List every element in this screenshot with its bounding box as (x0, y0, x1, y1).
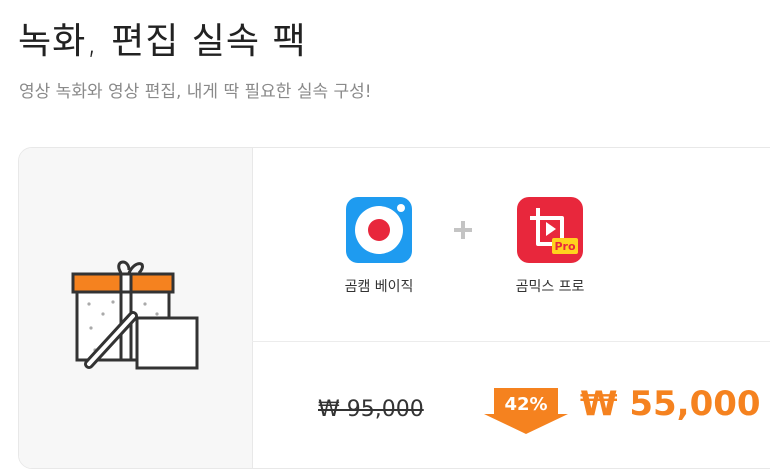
gomcam-record-icon (346, 197, 412, 263)
discount-badge: 42% (484, 388, 568, 438)
pro-badge-text: Pro (554, 240, 575, 253)
product-name: 곰믹스 프로 (515, 279, 585, 295)
bundle-products: 곰캠 베이직 Pro 곰믹스 프로 (252, 148, 770, 342)
gift-box-icon (71, 260, 199, 370)
product-gomcam[interactable]: 곰캠 베이직 (319, 196, 439, 296)
discount-percent: 42% (504, 394, 548, 415)
page-subtitle: 영상 녹화와 영상 편집, 내게 딱 필요한 실속 구성! (19, 82, 372, 102)
plus-icon (454, 221, 472, 239)
product-name: 곰캠 베이직 (344, 279, 414, 295)
bundle-image-panel (19, 148, 253, 468)
gommix-pro-icon: Pro (517, 197, 583, 263)
bundle-card[interactable]: 곰캠 베이직 Pro 곰믹스 프로 ₩ 95,000 42% ₩ 55,000 (18, 147, 770, 469)
sale-price: ₩ 55,000 (580, 384, 761, 424)
product-gommix-pro[interactable]: Pro 곰믹스 프로 (490, 196, 610, 296)
page-title: 녹화, 편집 실속 팩 (18, 21, 307, 62)
original-price: ₩ 95,000 (318, 397, 424, 422)
